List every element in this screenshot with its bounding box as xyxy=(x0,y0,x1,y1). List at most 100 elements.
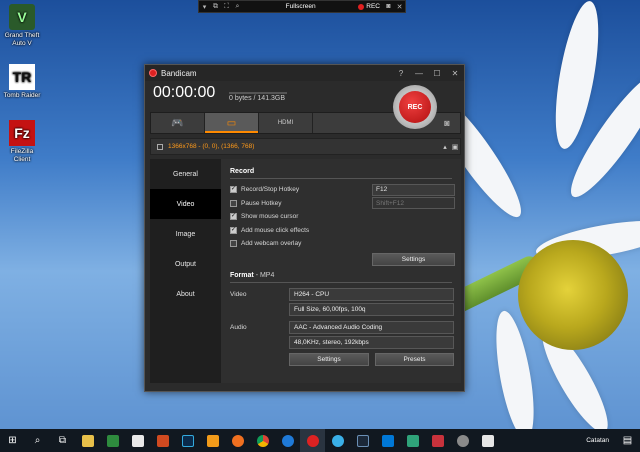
close-icon[interactable]: ✕ xyxy=(394,3,405,11)
record-button[interactable]: REC xyxy=(393,85,437,129)
taskbar-notes-label[interactable]: Catatan xyxy=(580,437,615,444)
dropdown-icon[interactable]: ▾ xyxy=(199,3,210,11)
notification-icon: ▤ xyxy=(622,435,633,446)
settings-sidebar: General Video Image Output About xyxy=(150,159,221,383)
show-cursor-label: Show mouse cursor xyxy=(241,213,299,221)
video-codec-value: H264 - CPU xyxy=(289,287,454,301)
click-effects-label: Add mouse click effects xyxy=(241,226,310,234)
spreadsheet-icon xyxy=(106,434,119,447)
gear-icon xyxy=(456,434,469,447)
screen-mode-button[interactable]: ▭ xyxy=(205,113,259,133)
taskbar-bandicam[interactable] xyxy=(300,429,325,452)
expand-up-icon[interactable]: ▴ xyxy=(440,143,450,151)
audio-detail-value: 48,0KHz, stereo, 192kbps xyxy=(289,335,454,349)
folder-icon xyxy=(81,434,94,447)
taskbar-app-settings[interactable] xyxy=(450,429,475,452)
start-button[interactable]: ⊞ xyxy=(0,429,25,452)
search-icon[interactable]: ⌕ xyxy=(232,3,243,11)
steam-icon xyxy=(356,434,369,447)
storage-usage: 0 bytes / 141.3GB xyxy=(229,95,286,102)
sidebar-item-general[interactable]: General xyxy=(150,159,221,189)
game-mode-button[interactable]: 🎮 xyxy=(151,113,205,133)
audio-detail-row: 48,0KHz, stereo, 192kbps xyxy=(230,335,454,350)
region-size: 1366x768 - (0, 0), (1366, 768) xyxy=(168,143,255,150)
maximize-button[interactable]: ☐ xyxy=(428,69,446,78)
record-button-label: REC xyxy=(399,91,431,123)
gta5-icon: V xyxy=(9,4,35,30)
video-detail-value: Full Size, 60,00fps, 100q xyxy=(289,302,454,316)
window-mode-icon[interactable]: ⧉ xyxy=(210,3,221,11)
notifications-button[interactable]: ▤ xyxy=(615,429,640,452)
taskbar-app-ie[interactable] xyxy=(325,429,350,452)
document-icon xyxy=(131,434,144,447)
sidebar-item-about[interactable]: About xyxy=(150,279,221,309)
click-effects-checkbox[interactable]: ✓ xyxy=(230,226,237,234)
taskbar-app-game[interactable] xyxy=(425,429,450,452)
taskbar-app-green[interactable] xyxy=(400,429,425,452)
storage-bar xyxy=(229,92,287,94)
capture-mode-label: Fullscreen xyxy=(285,3,316,10)
sidebar-item-video[interactable]: Video xyxy=(150,189,221,219)
record-settings-button[interactable]: Settings xyxy=(372,252,455,266)
webcam-overlay-row: Add webcam overlay xyxy=(230,237,452,251)
record-dot-icon xyxy=(358,3,365,10)
gamepad-icon: 🎮 xyxy=(171,117,184,129)
desktop-icon-gta5[interactable]: V Grand Theft Auto V xyxy=(2,4,42,48)
show-cursor-row: ✓ Show mouse cursor xyxy=(230,210,452,224)
pause-hotkey-field[interactable]: Shift+F12 xyxy=(372,197,455,210)
desktop-icon-filezilla[interactable]: Fz FileZilla Client xyxy=(2,120,42,164)
record-hotkey-checkbox[interactable]: ✓ xyxy=(230,186,237,194)
taskbar-app-sheet[interactable] xyxy=(100,429,125,452)
taskbar-chrome[interactable] xyxy=(250,429,275,452)
fullscreen-icon[interactable]: ⛶ xyxy=(221,3,232,11)
bandicam-icon xyxy=(306,434,319,447)
camera-icon[interactable]: ◙ xyxy=(383,3,394,10)
taskbar-sublime[interactable] xyxy=(200,429,225,452)
video-label: Video xyxy=(230,290,247,298)
format-settings-button[interactable]: Settings xyxy=(289,352,369,366)
sidebar-item-output[interactable]: Output xyxy=(150,249,221,279)
record-hotkey-label: Record/Stop Hotkey xyxy=(241,186,300,194)
taskbar-edge[interactable] xyxy=(275,429,300,452)
close-button[interactable]: ✕ xyxy=(446,69,464,78)
window-select-icon[interactable]: ▣ xyxy=(450,143,460,151)
taskbar-photoshop[interactable] xyxy=(175,429,200,452)
webcam-overlay-label: Add webcam overlay xyxy=(241,240,302,248)
record-hotkey-field[interactable]: F12 xyxy=(372,183,455,196)
format-container: MP4 xyxy=(259,271,275,279)
desktop-icon-label: Tomb Raider xyxy=(3,92,41,99)
taskbar: ⊞ ⌕ ⧉ Catatan ▤ xyxy=(0,429,640,452)
sidebar-item-image[interactable]: Image xyxy=(150,219,221,249)
hdmi-mode-button[interactable]: HDMI xyxy=(259,113,313,133)
presets-button[interactable]: Presets xyxy=(375,352,454,366)
taskbar-steam[interactable] xyxy=(350,429,375,452)
taskbar-photos[interactable] xyxy=(475,429,500,452)
screenshot-button[interactable]: ◙ xyxy=(434,113,460,133)
presentation-icon xyxy=(156,434,169,447)
pause-hotkey-checkbox[interactable] xyxy=(230,199,237,207)
desktop-icon-tomb-raider[interactable]: TR Tomb Raider xyxy=(2,64,42,100)
taskbar-store[interactable] xyxy=(375,429,400,452)
task-view-icon: ⧉ xyxy=(58,435,67,446)
window-titlebar: Bandicam ? — ☐ ✕ xyxy=(145,65,464,81)
taskbar-firefox[interactable] xyxy=(225,429,250,452)
show-cursor-checkbox[interactable]: ✓ xyxy=(230,213,237,221)
capture-rec-label: REC xyxy=(366,3,380,10)
region-checkbox[interactable] xyxy=(157,143,163,150)
sublime-icon xyxy=(206,434,219,447)
screen-rectangle-icon: ▭ xyxy=(226,117,237,129)
edge-icon xyxy=(281,434,294,447)
webcam-overlay-checkbox[interactable] xyxy=(230,240,237,248)
wallpaper-flower-center xyxy=(518,240,628,350)
search-button[interactable]: ⌕ xyxy=(25,429,50,452)
capture-rec-button[interactable]: REC xyxy=(358,3,383,10)
task-view-button[interactable]: ⧉ xyxy=(50,429,75,452)
minimize-button[interactable]: — xyxy=(410,69,428,78)
taskbar-app-doc[interactable] xyxy=(125,429,150,452)
taskbar-app-slides[interactable] xyxy=(150,429,175,452)
record-hotkey-row: ✓ Record/Stop Hotkey F12 xyxy=(230,183,455,197)
app-icon xyxy=(406,434,419,447)
globe-icon xyxy=(331,434,344,447)
help-button[interactable]: ? xyxy=(392,69,410,78)
taskbar-file-explorer[interactable] xyxy=(75,429,100,452)
